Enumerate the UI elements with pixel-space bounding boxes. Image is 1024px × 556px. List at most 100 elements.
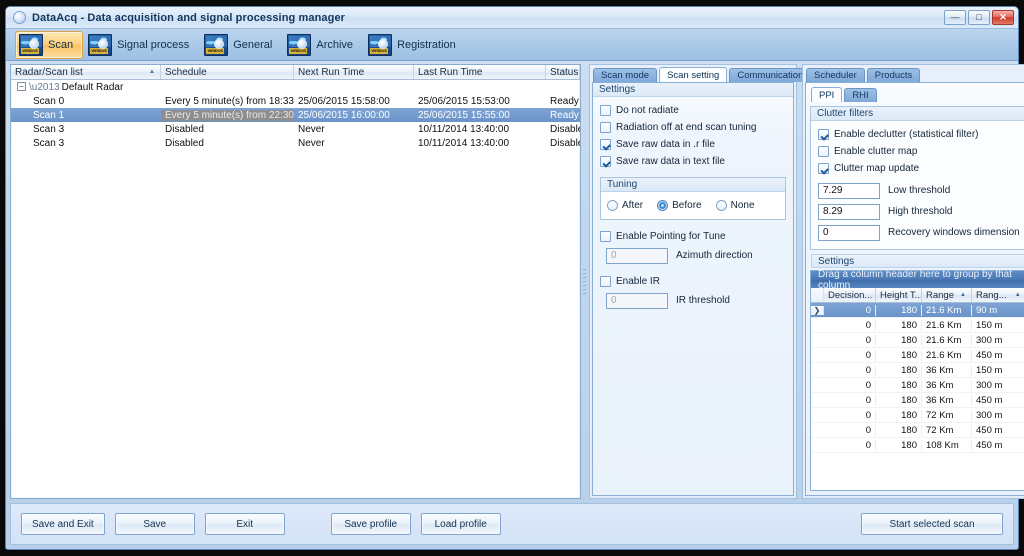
- table-row[interactable]: 0 180 72 Km 300 m: [811, 408, 1024, 423]
- checkbox-save-raw-data-r-file[interactable]: Save raw data in .r file: [600, 136, 786, 153]
- save-button[interactable]: Save: [114, 513, 195, 535]
- window-controls: — □ ✕: [944, 10, 1014, 25]
- splitter-grip[interactable]: [583, 268, 586, 295]
- title-bar: DataAcq - Data acquisition and signal pr…: [6, 7, 1018, 29]
- column-header-last-run-time[interactable]: Last Run Time: [414, 65, 546, 79]
- column-label: Next Run Time: [298, 66, 365, 78]
- table-row[interactable]: ❯ 0 180 21.6 Km 90 m: [811, 303, 1024, 318]
- azimuth-direction-input[interactable]: 0: [606, 247, 668, 264]
- checkbox-icon[interactable]: [818, 163, 829, 174]
- start-selected-scan-button[interactable]: Start selected scan: [861, 513, 1003, 535]
- tree-collapse-icon[interactable]: −: [17, 82, 26, 92]
- load-profile-button[interactable]: Load profile: [420, 513, 501, 535]
- checkbox-radiation-off-at-end-scan-tuning[interactable]: Radiation off at end scan tuning: [600, 119, 786, 136]
- scan-next-run: 25/06/2015 15:58:00: [298, 95, 390, 107]
- ribbon-tab-registration[interactable]: WRIDOS Registration: [364, 31, 466, 59]
- clutter-filters-body: Enable declutter (statistical filter) En…: [811, 121, 1024, 249]
- panel-splitter[interactable]: [581, 64, 589, 499]
- radio-icon[interactable]: [607, 200, 618, 211]
- column-header-range-resolution[interactable]: Rang... ▲: [972, 288, 1024, 302]
- table-row[interactable]: 0 180 21.6 Km 150 m: [811, 318, 1024, 333]
- save-and-exit-button[interactable]: Save and Exit: [21, 513, 105, 535]
- column-header-radar-scan-list[interactable]: Radar/Scan list ▲: [11, 65, 161, 79]
- table-row[interactable]: 0 180 21.6 Km 300 m: [811, 333, 1024, 348]
- checkbox-icon[interactable]: [600, 231, 611, 242]
- cell-range: 72 Km: [922, 409, 972, 421]
- table-row[interactable]: 0 180 36 Km 450 m: [811, 393, 1024, 408]
- tab-scheduler[interactable]: Scheduler: [806, 68, 865, 82]
- table-row[interactable]: Scan 1 Every 5 minute(s) from 22:30 for …: [11, 108, 580, 122]
- ribbon-tab-archive[interactable]: WRIDOS Archive: [283, 31, 363, 59]
- cell-decision: 0: [824, 424, 876, 436]
- table-row[interactable]: Scan 0 Every 5 minute(s) from 18:33 for …: [11, 94, 580, 108]
- radio-tuning-after[interactable]: After: [607, 197, 643, 214]
- checkbox-icon[interactable]: [600, 276, 611, 287]
- ribbon-tab-general[interactable]: WRIDOS General: [200, 31, 282, 59]
- checkbox-do-not-radiate[interactable]: Do not radiate: [600, 102, 786, 119]
- ribbon-tab-signal-process[interactable]: WRIDOS Signal process: [84, 31, 199, 59]
- checkbox-enable-declutter[interactable]: Enable declutter (statistical filter): [818, 126, 1020, 143]
- table-row[interactable]: 0 180 108 Km 450 m: [811, 438, 1024, 453]
- high-threshold-input[interactable]: 8.29: [818, 203, 880, 220]
- scan-setting-tabpanel: Settings Do not radiate Radiation off at…: [592, 82, 794, 496]
- checkbox-enable-pointing-for-tune[interactable]: Enable Pointing for Tune: [600, 228, 786, 245]
- cell-height: 180: [876, 349, 922, 361]
- cell-height: 180: [876, 439, 922, 451]
- checkbox-icon[interactable]: [600, 139, 611, 150]
- cell-range-resolution: 300 m: [972, 335, 1024, 346]
- tab-scan-setting[interactable]: Scan setting: [659, 67, 728, 82]
- low-threshold-input[interactable]: 7.29: [818, 182, 880, 199]
- clutter-settings-panel: Scheduler Products PPI RHI Clutter filte…: [802, 64, 1024, 499]
- tab-communication[interactable]: Communication: [729, 68, 812, 82]
- checkbox-clutter-map-update[interactable]: Clutter map update: [818, 160, 1020, 177]
- table-row[interactable]: 0 180 36 Km 300 m: [811, 378, 1024, 393]
- column-header-status[interactable]: Status: [546, 65, 580, 79]
- tab-rhi[interactable]: RHI: [844, 88, 877, 102]
- column-header-range[interactable]: Range ▲: [922, 288, 972, 302]
- column-header-next-run-time[interactable]: Next Run Time: [294, 65, 414, 79]
- tab-products[interactable]: Products: [866, 68, 921, 82]
- maximize-button[interactable]: □: [968, 10, 990, 25]
- ir-threshold-input[interactable]: 0: [606, 292, 668, 309]
- checkbox-enable-clutter-map[interactable]: Enable clutter map: [818, 143, 1020, 160]
- table-row[interactable]: 0 180 21.6 Km 450 m: [811, 348, 1024, 363]
- exit-button[interactable]: Exit: [204, 513, 285, 535]
- window-title: DataAcq - Data acquisition and signal pr…: [32, 11, 346, 24]
- scan-last-run: 25/06/2015 15:53:00: [418, 95, 510, 107]
- scan-status: Disabled: [550, 137, 580, 149]
- cell-range-resolution: 450 m: [972, 350, 1024, 361]
- column-header-decision[interactable]: Decision...: [824, 288, 876, 302]
- checkbox-enable-ir[interactable]: Enable IR: [600, 273, 786, 290]
- minimize-button[interactable]: —: [944, 10, 966, 25]
- radio-icon[interactable]: [657, 200, 669, 211]
- checkbox-icon[interactable]: [600, 105, 611, 116]
- right-tabstrip: Scheduler Products: [803, 67, 1024, 82]
- recovery-windows-dimension-input[interactable]: 0: [818, 224, 880, 241]
- radio-tuning-before[interactable]: Before: [657, 197, 702, 214]
- checkbox-save-raw-data-text-file[interactable]: Save raw data in text file: [600, 153, 786, 170]
- checkbox-icon[interactable]: [818, 129, 829, 140]
- checkbox-icon[interactable]: [600, 156, 611, 167]
- table-row[interactable]: 0 180 72 Km 450 m: [811, 423, 1024, 438]
- table-row[interactable]: Scan 3 Disabled Never 10/11/2014 13:40:0…: [11, 122, 580, 136]
- radio-tuning-none[interactable]: None: [715, 197, 755, 214]
- group-by-dropzone[interactable]: Drag a column header here to group by th…: [811, 269, 1024, 291]
- column-label: Radar/Scan list: [15, 66, 83, 78]
- table-row[interactable]: 0 180 36 Km 150 m: [811, 363, 1024, 378]
- column-header-height-threshold[interactable]: Height T...: [876, 288, 922, 302]
- tab-ppi[interactable]: PPI: [811, 87, 843, 102]
- cell-height: 180: [876, 364, 922, 376]
- ir-threshold-label: IR threshold: [676, 295, 730, 306]
- radio-icon[interactable]: [715, 200, 727, 211]
- ribbon-tab-label: Scan: [48, 38, 74, 51]
- save-profile-button[interactable]: Save profile: [330, 513, 411, 535]
- close-button[interactable]: ✕: [992, 10, 1014, 25]
- table-row[interactable]: Scan 3 Disabled Never 10/11/2014 13:40:0…: [11, 136, 580, 150]
- checkbox-icon[interactable]: [600, 122, 611, 133]
- ribbon-tab-scan[interactable]: WRIDOS Scan: [15, 30, 84, 59]
- checkbox-icon[interactable]: [818, 146, 829, 157]
- tab-scan-mode[interactable]: Scan mode: [593, 68, 658, 82]
- column-header-schedule[interactable]: Schedule: [161, 65, 294, 79]
- tree-root-row[interactable]: − \u2013 Default Radar: [11, 80, 580, 94]
- scan-list-panel: Radar/Scan list ▲ Schedule Next Run Time…: [10, 64, 581, 499]
